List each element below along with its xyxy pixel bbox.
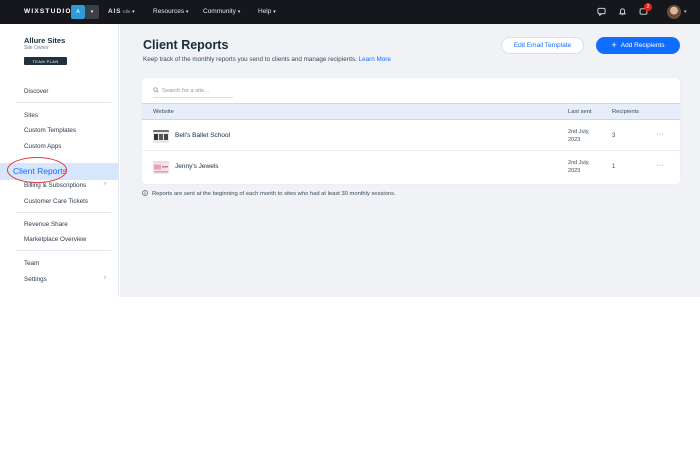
- chevron-down-icon[interactable]: ▾: [684, 9, 687, 15]
- footnote-text: Reports are sent at the beginning of eac…: [152, 191, 396, 197]
- reports-footnote: Reports are sent at the beginning of eac…: [142, 190, 396, 198]
- page-title: Client Reports: [143, 38, 229, 52]
- chevron-down-icon: ▾: [90, 9, 94, 15]
- sidebar-item-settings[interactable]: Settings: [24, 276, 47, 283]
- nav-resources[interactable]: Resources ▾: [153, 8, 188, 15]
- avatar[interactable]: [667, 5, 681, 19]
- workspace-switcher[interactable]: A: [71, 5, 85, 19]
- nav-community[interactable]: Community ▾: [203, 8, 240, 15]
- site-thumbnail: [153, 161, 169, 174]
- sidebar-item-sites[interactable]: Sites: [24, 112, 38, 119]
- top-bar: WIXSTUDIO A ▾ AIS Idle ▾ Resources ▾ Com…: [0, 0, 700, 24]
- last-sent-date: 2nd July, 2023: [568, 160, 590, 174]
- chevron-right-icon: ›: [104, 275, 106, 281]
- site-name[interactable]: Jenny's Jewels: [175, 163, 219, 170]
- edit-email-template-button[interactable]: Edit Email Template: [501, 37, 584, 54]
- sidebar-item-marketplace-overview[interactable]: Marketplace Overview: [24, 236, 86, 243]
- table-row[interactable]: Jenny's Jewels 2nd July, 2023 1 ···: [142, 152, 680, 182]
- bell-icon[interactable]: [617, 6, 628, 17]
- account-switcher[interactable]: AIS Idle ▾: [108, 8, 135, 15]
- search-input[interactable]: Search for a site...: [153, 84, 233, 98]
- sidebar-divider: [16, 102, 111, 103]
- chevron-down-icon: ▾: [132, 9, 135, 15]
- column-header-recipients[interactable]: Recipients: [612, 109, 639, 115]
- sidebar-item-team[interactable]: Team: [24, 260, 39, 267]
- page-subtitle: Keep track of the monthly reports you se…: [143, 56, 391, 63]
- search-placeholder: Search for a site...: [162, 87, 210, 94]
- sidebar-item-billing[interactable]: Billing & Subscriptions: [24, 182, 86, 189]
- workspace-dropdown-button[interactable]: ▾: [85, 5, 99, 19]
- recipients-count: 3: [612, 133, 616, 139]
- info-icon: [142, 190, 148, 198]
- sidebar-item-customer-care-tickets[interactable]: Customer Care Tickets: [24, 198, 88, 205]
- main-content: Client Reports Keep track of the monthly…: [120, 24, 700, 297]
- account-badge: Idle: [123, 9, 131, 14]
- reports-table-card: Search for a site... Website Last sent R…: [142, 78, 680, 184]
- subtitle-text: Keep track of the monthly reports you se…: [143, 56, 357, 63]
- account-name: Allure Sites: [24, 36, 66, 45]
- plus-icon: +: [611, 40, 617, 50]
- chevron-down-icon: ▾: [185, 9, 189, 15]
- sidebar-divider: [16, 250, 111, 251]
- column-header-website[interactable]: Website: [153, 109, 174, 115]
- nav-help[interactable]: Help ▾: [258, 8, 276, 15]
- more-actions-icon[interactable]: ···: [656, 131, 665, 138]
- notification-badge: 2: [644, 3, 652, 11]
- more-actions-icon[interactable]: ···: [656, 162, 665, 169]
- plan-button[interactable]: TEAM PLAN: [24, 57, 67, 65]
- highlight-ring: [7, 157, 67, 183]
- site-thumbnail: [153, 130, 169, 143]
- table-header: Website Last sent Recipients: [142, 103, 680, 120]
- site-name[interactable]: Bell's Ballet School: [175, 132, 230, 139]
- add-recipients-label: Add Recipients: [620, 42, 665, 49]
- sidebar-divider: [16, 212, 111, 213]
- column-header-last-sent[interactable]: Last sent: [568, 109, 592, 115]
- chevron-down-icon: ▾: [273, 9, 276, 15]
- account-role: Site Owner: [24, 45, 49, 51]
- table-row[interactable]: Bell's Ballet School 2nd July, 2023 3 ··…: [142, 121, 680, 151]
- chevron-right-icon: ›: [104, 181, 106, 187]
- account-label: AIS: [108, 8, 122, 15]
- recipients-count: 1: [612, 164, 616, 170]
- sidebar-item-discover[interactable]: Discover: [24, 88, 49, 95]
- wix-studio-logo[interactable]: WIXSTUDIO: [24, 8, 72, 15]
- sidebar-item-custom-templates[interactable]: Custom Templates: [24, 127, 76, 134]
- sidebar-item-revenue-share[interactable]: Revenue Share: [24, 221, 68, 228]
- last-sent-date: 2nd July, 2023: [568, 129, 590, 143]
- chat-icon[interactable]: [596, 6, 607, 17]
- learn-more-link[interactable]: Learn More: [359, 56, 391, 63]
- search-icon: [153, 86, 159, 95]
- sidebar: Allure Sites Site Owner TEAM PLAN Discov…: [0, 24, 119, 297]
- workspace-initial: A: [76, 9, 80, 15]
- add-recipients-button[interactable]: + Add Recipients: [596, 37, 680, 54]
- chevron-down-icon: ▾: [237, 9, 241, 15]
- sidebar-item-custom-apps[interactable]: Custom Apps: [24, 143, 61, 150]
